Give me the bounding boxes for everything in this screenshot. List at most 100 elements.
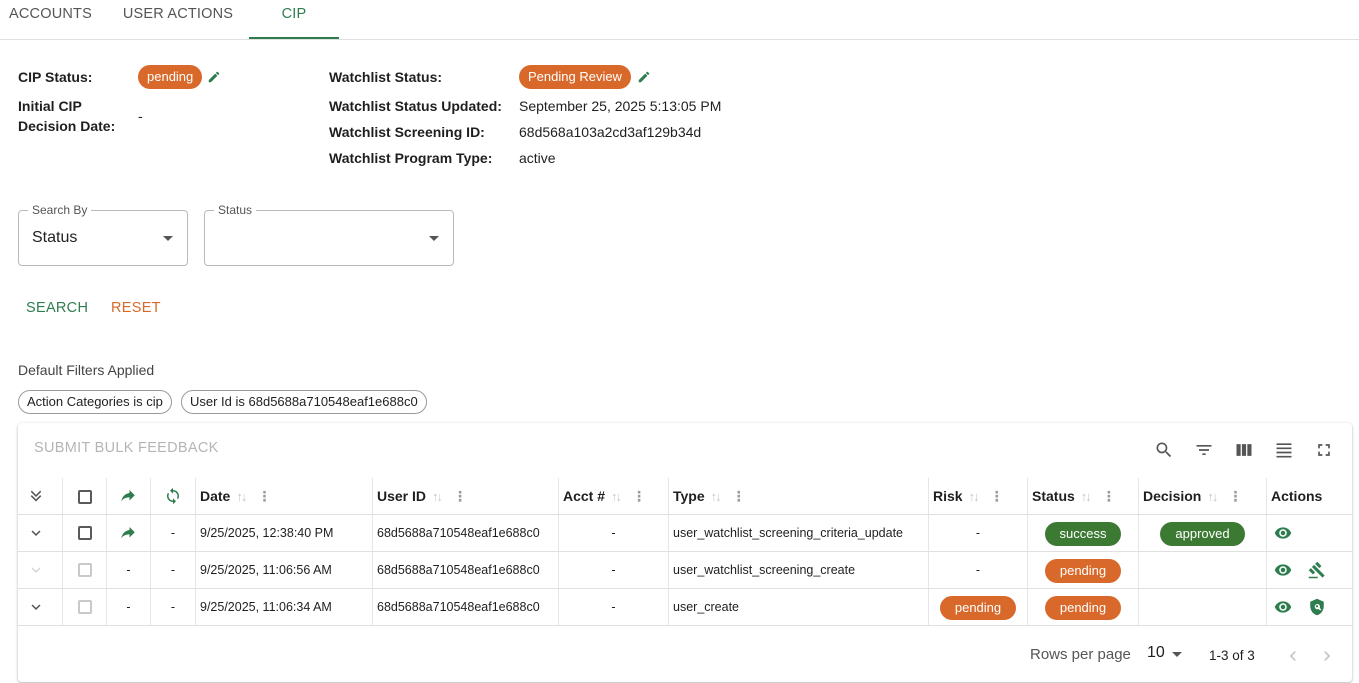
col-type[interactable]: Type ↑↓ ⋮ [669,478,929,514]
status-badge: pending [1044,595,1122,620]
col-acct-label: Acct # [563,488,606,504]
col-status[interactable]: Status ↑↓ ⋮ [1028,478,1139,514]
caret-down-icon[interactable] [1172,652,1182,657]
watchlist-status-badge: Pending Review [519,65,631,89]
select-cell [63,552,107,588]
date-cell: 9/25/2025, 11:06:34 AM [196,589,373,625]
sync-header-cell [151,478,196,514]
sort-icon[interactable]: ↑↓ [611,478,622,514]
columns-icon[interactable] [1234,440,1254,460]
search-button[interactable]: SEARCH [26,298,88,318]
expand-all-icon[interactable] [27,488,45,506]
col-acct[interactable]: Acct # ↑↓ ⋮ [559,478,669,514]
table-row: - - 9/25/2025, 11:06:56 AM 68d5688a71054… [18,552,1352,589]
column-menu-icon[interactable]: ⋮ [732,478,746,514]
col-actions-label: Actions [1271,488,1323,504]
sort-icon[interactable]: ↑↓ [969,478,980,514]
sync-cell: - [151,552,196,588]
sync-cell: - [151,515,196,551]
eye-icon[interactable] [1274,524,1292,542]
cip-status-badge: pending [138,65,203,89]
column-menu-icon[interactable]: ⋮ [1228,478,1242,514]
col-type-label: Type [673,488,705,504]
row-checkbox [78,563,92,577]
chevron-down-icon[interactable] [27,598,45,616]
col-decision-label: Decision [1143,488,1202,504]
user-id-cell: 68d5688a710548eaf1e688c0 [373,589,559,625]
search-by-select[interactable]: Search By Status [18,203,188,266]
sort-icon[interactable]: ↑↓ [1081,478,1092,514]
tab-accounts[interactable]: ACCOUNTS [0,0,101,39]
tab-bar: ACCOUNTS USER ACTIONS CIP [0,0,1359,40]
filter-chip[interactable]: User Id is 68d5688a710548eaf1e688c0 [181,390,427,414]
actions-cell [1267,589,1352,625]
column-menu-icon[interactable]: ⋮ [453,478,467,514]
row-checkbox[interactable] [78,526,92,540]
gavel-icon[interactable] [1308,561,1326,579]
col-user-id[interactable]: User ID ↑↓ ⋮ [373,478,559,514]
actions-table-card: SUBMIT BULK FEEDBACK Date ↑↓ ⋮ User ID ↑↓ ⋮ … [18,423,1352,682]
col-user-id-label: User ID [377,488,427,504]
status-select[interactable]: Status [204,203,454,266]
search-icon[interactable] [1154,440,1174,460]
eye-icon[interactable] [1274,598,1292,616]
col-decision[interactable]: Decision ↑↓ ⋮ [1139,478,1267,514]
sync-cell: - [151,589,196,625]
program-type-label: Watchlist Program Type: [329,150,493,166]
table-footer: Rows per page 10 1-3 of 3 [18,627,1352,682]
rows-per-page-select[interactable]: 10 [1147,643,1165,663]
chevron-left-icon[interactable] [1283,646,1303,666]
forward-header-cell [107,478,151,514]
pagination-info: 1-3 of 3 [1209,648,1255,663]
decision-cell [1139,552,1267,588]
forward-icon[interactable] [119,524,137,542]
chevron-right-icon[interactable] [1317,646,1337,666]
submit-bulk-feedback-button[interactable]: SUBMIT BULK FEEDBACK [34,438,219,458]
eye-icon[interactable] [1274,561,1292,579]
column-menu-icon[interactable]: ⋮ [257,478,271,514]
sort-icon[interactable]: ↑↓ [711,478,722,514]
chevron-down-icon[interactable] [27,524,45,542]
reset-button[interactable]: RESET [111,298,161,318]
select-cell [63,589,107,625]
col-actions: Actions [1267,478,1352,514]
acct-cell: - [559,515,669,551]
col-status-label: Status [1032,488,1075,504]
sort-icon[interactable]: ↑↓ [236,478,247,514]
column-menu-icon[interactable]: ⋮ [990,478,1004,514]
expand-cell [18,515,63,551]
pencil-icon[interactable] [637,70,651,84]
table-row: - 9/25/2025, 12:38:40 PM 68d5688a710548e… [18,515,1352,552]
column-menu-icon[interactable]: ⋮ [1102,478,1116,514]
search-by-label: Search By [28,203,92,217]
watchlist-updated-value: September 25, 2025 5:13:05 PM [519,98,722,114]
column-menu-icon[interactable]: ⋮ [632,478,646,514]
sync-icon [167,487,179,505]
filter-icon[interactable] [1194,440,1214,460]
forward-cell: - [107,552,151,588]
acct-cell: - [559,552,669,588]
density-icon[interactable] [1274,440,1294,460]
pencil-icon[interactable] [207,70,221,84]
sort-icon[interactable]: ↑↓ [432,478,443,514]
tab-user-actions[interactable]: USER ACTIONS [108,0,248,39]
shield-search-icon[interactable] [1308,598,1326,616]
decision-cell [1139,589,1267,625]
cip-status-label: CIP Status: [18,69,93,85]
default-filters-heading: Default Filters Applied [18,362,155,378]
actions-cell [1267,515,1352,551]
tab-cip[interactable]: CIP [249,0,339,39]
type-cell: user_watchlist_screening_create [669,552,929,588]
decision-date-label-line2: Decision Date: [18,118,116,134]
user-id-cell: 68d5688a710548eaf1e688c0 [373,552,559,588]
user-id-cell: 68d5688a710548eaf1e688c0 [373,515,559,551]
fullscreen-icon[interactable] [1314,440,1334,460]
screening-id-label: Watchlist Screening ID: [329,124,485,140]
col-date[interactable]: Date ↑↓ ⋮ [196,478,373,514]
select-all-checkbox[interactable] [78,490,92,504]
sort-icon[interactable]: ↑↓ [1207,478,1218,514]
filter-chip[interactable]: Action Categories is cip [18,390,172,414]
actions-cell [1267,552,1352,588]
col-risk[interactable]: Risk ↑↓ ⋮ [929,478,1028,514]
risk-cell: pending [929,589,1028,625]
